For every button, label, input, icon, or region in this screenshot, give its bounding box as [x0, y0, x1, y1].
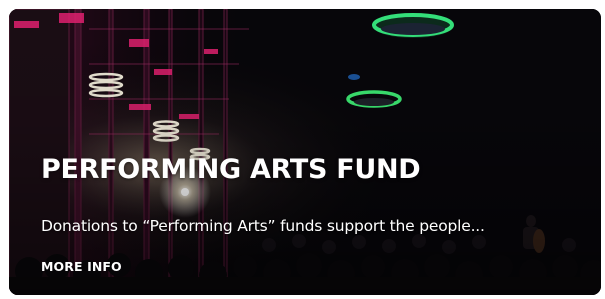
fund-card[interactable]: PERFORMING ARTS FUND Donations to “Perfo…: [9, 9, 601, 295]
card-title: PERFORMING ARTS FUND: [41, 154, 421, 185]
card-description: Donations to “Performing Arts” funds sup…: [41, 217, 485, 235]
more-info-link[interactable]: MORE INFO: [41, 259, 122, 274]
card-overlay: [9, 9, 601, 295]
